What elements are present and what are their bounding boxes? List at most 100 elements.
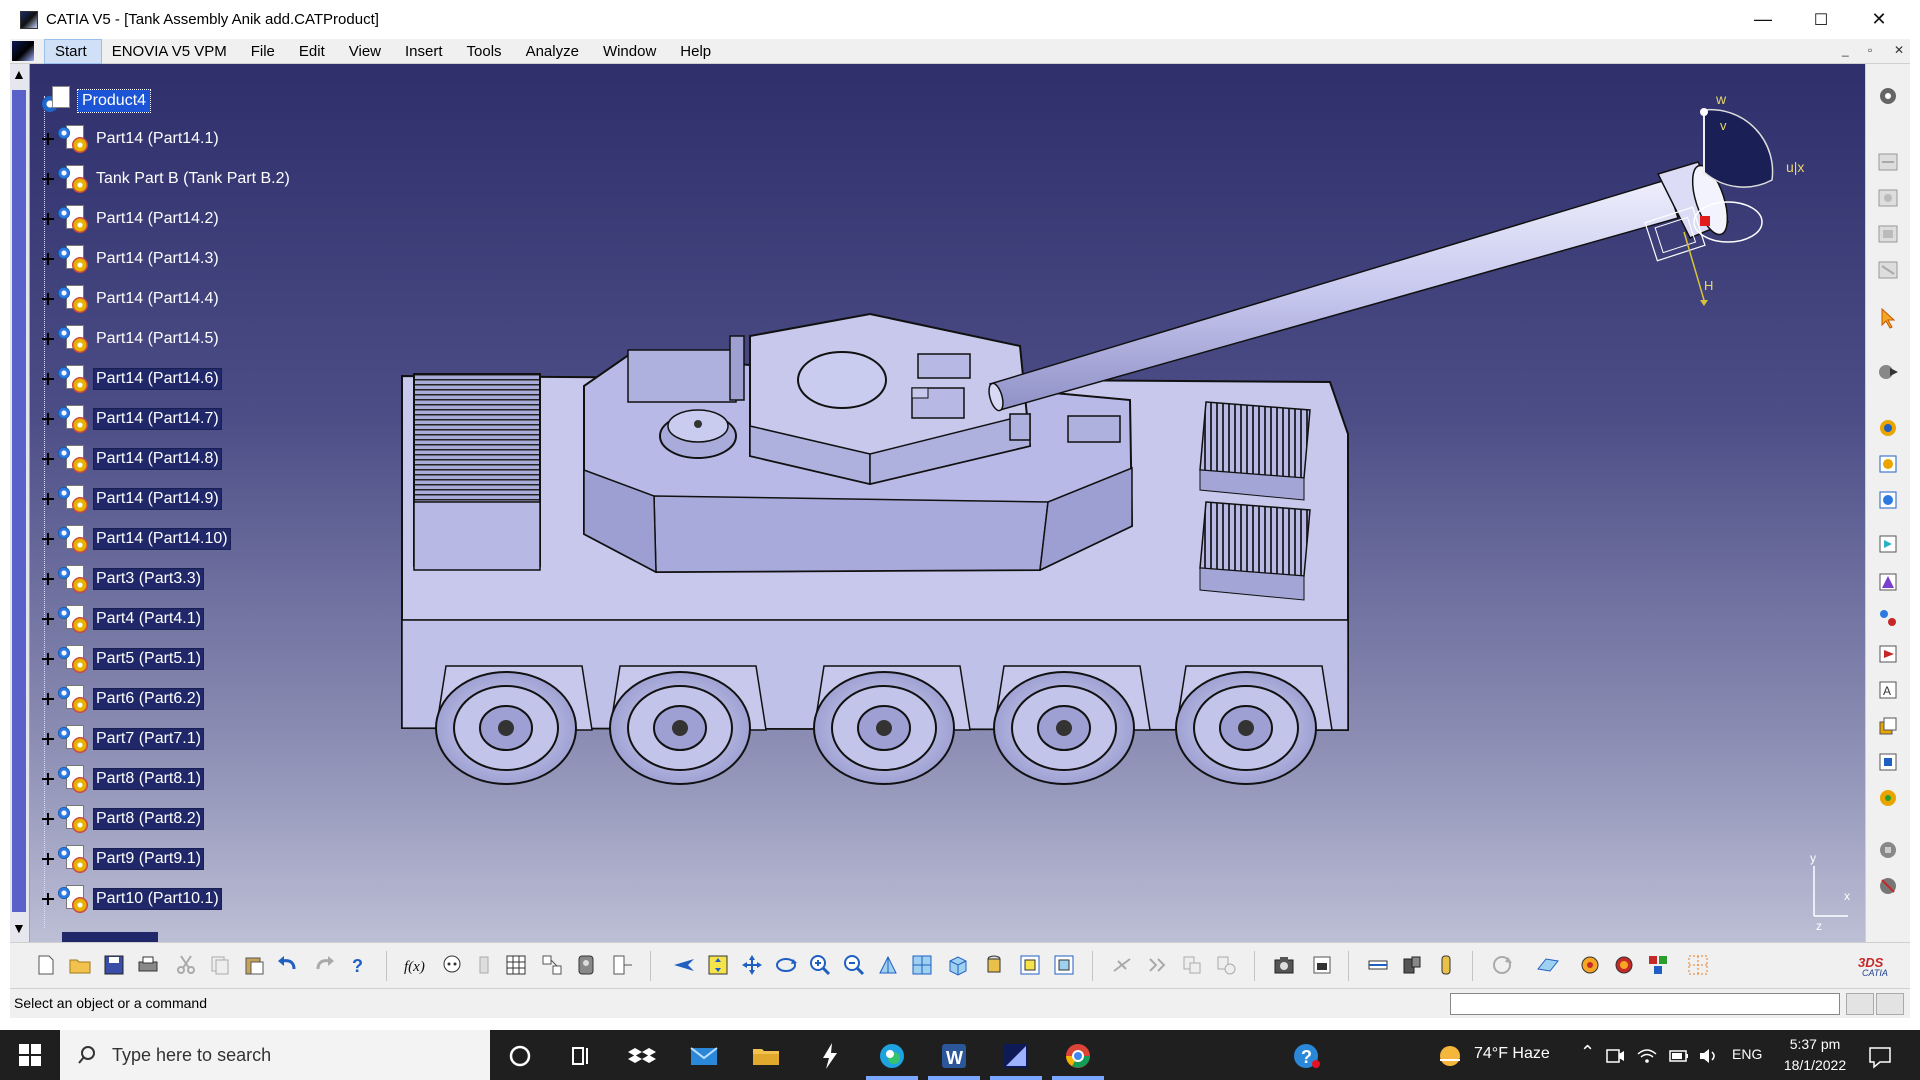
- expand-icon[interactable]: [40, 731, 56, 747]
- menu-window[interactable]: Window: [593, 39, 670, 64]
- expand-icon[interactable]: [40, 171, 56, 187]
- mail-icon[interactable]: [688, 1040, 720, 1072]
- tree-item[interactable]: Part6 (Part6.2): [40, 682, 204, 716]
- pan-icon[interactable]: [740, 953, 764, 977]
- wifi-icon[interactable]: [1636, 1040, 1658, 1072]
- catia-menu-logo-icon[interactable]: [12, 41, 34, 61]
- tree-item-label[interactable]: Part14 (Part14.10): [93, 528, 231, 550]
- normal-view-icon[interactable]: [876, 953, 900, 977]
- open-folder-icon[interactable]: [68, 953, 92, 977]
- new-file-icon[interactable]: [34, 953, 58, 977]
- formula-icon[interactable]: f(x): [404, 953, 428, 977]
- reuse-pattern-icon[interactable]: [1876, 786, 1900, 810]
- fit-all-icon[interactable]: [706, 953, 730, 977]
- print-icon[interactable]: [136, 953, 160, 977]
- taskbar-clock[interactable]: 5:37 pm 18/1/2022: [1760, 1034, 1870, 1076]
- edge-browser-icon[interactable]: [876, 1040, 908, 1072]
- command-options-button[interactable]: [1846, 993, 1874, 1015]
- tree-item-label[interactable]: Part14 (Part14.9): [93, 488, 222, 510]
- tree-item-label[interactable]: Part3 (Part3.3): [93, 568, 204, 590]
- plane-icon[interactable]: [1536, 953, 1560, 977]
- manage-representations-icon[interactable]: A: [1876, 678, 1900, 702]
- command-input[interactable]: [1450, 993, 1840, 1015]
- multi-instantiation-icon[interactable]: [1876, 714, 1900, 738]
- tree-item[interactable]: Part5 (Part5.1): [40, 642, 204, 676]
- tree-item[interactable]: Part14 (Part14.2): [40, 202, 221, 236]
- rotate-icon[interactable]: [774, 953, 798, 977]
- cortana-icon[interactable]: [504, 1040, 536, 1072]
- expand-icon[interactable]: [40, 291, 56, 307]
- menu-view[interactable]: View: [339, 39, 395, 64]
- tree-item-label[interactable]: Part8 (Part8.1): [93, 768, 204, 790]
- menu-insert[interactable]: Insert: [395, 39, 457, 64]
- new-component-icon[interactable]: [1876, 452, 1900, 476]
- tray-chevron-icon[interactable]: ⌃: [1580, 1042, 1595, 1063]
- offset-constraint-icon[interactable]: [1876, 258, 1900, 282]
- clash-icon[interactable]: [1214, 953, 1238, 977]
- tree-item[interactable]: Part14 (Part14.6): [40, 362, 222, 396]
- cut-icon[interactable]: [174, 953, 198, 977]
- measure-item-icon[interactable]: [1146, 953, 1170, 977]
- lightning-app-icon[interactable]: [814, 1040, 846, 1072]
- wheel-group[interactable]: [435, 665, 1333, 785]
- expand-icon[interactable]: [40, 211, 56, 227]
- tree-item-label[interactable]: Part14 (Part14.8): [93, 448, 222, 470]
- task-view-icon[interactable]: [564, 1040, 596, 1072]
- selective-load-icon[interactable]: [1876, 642, 1900, 666]
- file-explorer-icon[interactable]: [750, 1040, 782, 1072]
- explode-view-icon[interactable]: [1366, 953, 1390, 977]
- tree-item-label[interactable]: Part7 (Part7.1): [93, 728, 204, 750]
- scroll-down-icon[interactable]: ▼: [12, 920, 26, 936]
- color-cube-icon[interactable]: [1646, 953, 1670, 977]
- tree-item-label[interactable]: Part14 (Part14.6): [93, 368, 222, 390]
- knowledge-advisor-icon[interactable]: [440, 953, 464, 977]
- expand-icon[interactable]: [40, 891, 56, 907]
- fly-mode-icon[interactable]: [672, 953, 696, 977]
- scroll-up-icon[interactable]: ▲: [12, 66, 26, 82]
- language-indicator[interactable]: ENG: [1732, 1046, 1762, 1062]
- measure-between-icon[interactable]: [1110, 953, 1134, 977]
- tree-item[interactable]: Part7 (Part7.1): [40, 722, 204, 756]
- hide-show-icon[interactable]: [1018, 953, 1042, 977]
- expand-icon[interactable]: [40, 811, 56, 827]
- tree-item[interactable]: Part14 (Part14.5): [40, 322, 221, 356]
- tree-item-label[interactable]: Part14 (Part14.1): [94, 129, 221, 149]
- tree-item[interactable]: Part14 (Part14.1): [40, 122, 221, 156]
- expand-icon[interactable]: [40, 531, 56, 547]
- tree-item[interactable]: Part9 (Part9.1): [40, 842, 204, 876]
- tree-item[interactable]: Part8 (Part8.1): [40, 762, 204, 796]
- table-icon[interactable]: [504, 953, 528, 977]
- expand-icon[interactable]: [40, 851, 56, 867]
- copy-icon[interactable]: [208, 953, 232, 977]
- help-tips-icon[interactable]: ?: [1290, 1040, 1322, 1072]
- tree-item[interactable]: Part14 (Part14.9): [40, 482, 222, 516]
- menu-file[interactable]: File: [241, 39, 289, 64]
- tree-scrollbar[interactable]: ▲ ▼: [10, 64, 30, 942]
- maximize-button[interactable]: ☐: [1792, 0, 1850, 39]
- scene-icon[interactable]: [1612, 953, 1636, 977]
- close-button[interactable]: ✕: [1850, 0, 1908, 39]
- tree-item-label[interactable]: Part14 (Part14.4): [94, 289, 221, 309]
- tree-item-label[interactable]: Part9 (Part9.1): [93, 848, 204, 870]
- grid-icon[interactable]: [1686, 953, 1710, 977]
- menu-tools[interactable]: Tools: [457, 39, 516, 64]
- expand-icon[interactable]: [40, 331, 56, 347]
- save-icon[interactable]: [102, 953, 126, 977]
- chrome-icon[interactable]: [1062, 1040, 1094, 1072]
- contact-constraint-icon[interactable]: [1876, 222, 1900, 246]
- fast-multi-instantiation-icon[interactable]: [1876, 750, 1900, 774]
- expand-icon[interactable]: [40, 691, 56, 707]
- word-icon[interactable]: W: [938, 1040, 970, 1072]
- tree-item-label[interactable]: Part8 (Part8.2): [93, 808, 204, 830]
- expand-icon[interactable]: [40, 451, 56, 467]
- existing-component-icon[interactable]: [1876, 416, 1900, 440]
- analysis-icon[interactable]: [574, 953, 598, 977]
- undo-icon[interactable]: [276, 953, 300, 977]
- manipulate-icon[interactable]: [1876, 360, 1900, 384]
- notifications-icon[interactable]: [1864, 1040, 1896, 1072]
- paste-icon[interactable]: [242, 953, 266, 977]
- shading-icon[interactable]: [982, 953, 1006, 977]
- gun-barrel[interactable]: [986, 161, 1734, 412]
- doc-restore-button[interactable]: ▫: [1868, 43, 1872, 57]
- catalog-browser-icon[interactable]: [540, 953, 564, 977]
